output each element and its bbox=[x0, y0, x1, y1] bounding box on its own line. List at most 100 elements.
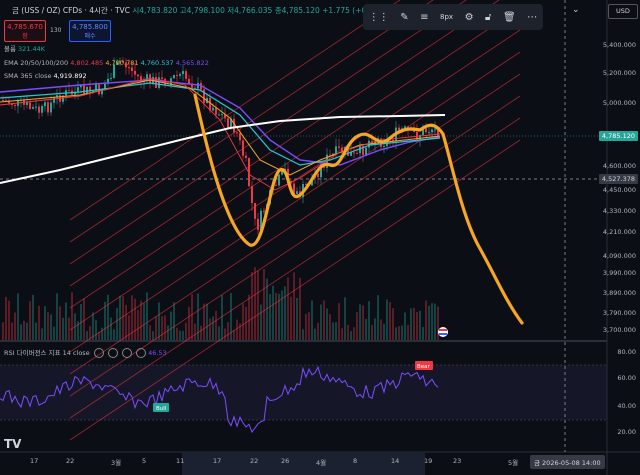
symbol-legend[interactable]: 금 (USS / OZ) CFDs · 4시간 · TVC 시4,783.820… bbox=[12, 6, 388, 15]
candle-body bbox=[275, 184, 277, 186]
volume-bar bbox=[431, 303, 433, 340]
volume-bar bbox=[44, 306, 46, 340]
more-icon[interactable] bbox=[136, 348, 147, 358]
candle-body bbox=[29, 102, 31, 109]
buy-button[interactable]: 4,785.800 매수 bbox=[69, 20, 111, 42]
us-flag-icon[interactable] bbox=[438, 327, 448, 337]
volume-bar bbox=[29, 301, 31, 340]
drawing-toolbar[interactable]: ⋮⋮ ✎ ≡ 8px ⚙ 🔓︎ 🗑︎ ⋯ bbox=[363, 4, 543, 30]
chevron-icon[interactable]: ⌄ bbox=[572, 5, 580, 15]
rsi-bull-label: Bull bbox=[156, 406, 167, 412]
volume-bar bbox=[20, 324, 22, 340]
line-width-value[interactable]: 8px bbox=[440, 13, 453, 21]
ema-100-value: 4,760.537 bbox=[140, 59, 174, 67]
remove-icon[interactable] bbox=[121, 348, 132, 358]
lock-icon[interactable]: 🔓︎ bbox=[485, 12, 491, 23]
time-axis-label: 23 bbox=[453, 457, 462, 465]
volume-bar bbox=[437, 306, 439, 340]
volume-bar bbox=[425, 300, 427, 340]
settings-icon[interactable]: ⚙ bbox=[465, 12, 474, 23]
candle-body bbox=[353, 152, 355, 154]
volume-bar bbox=[377, 295, 379, 340]
delete-icon[interactable]: 🗑︎ bbox=[503, 12, 516, 23]
sma-legend[interactable]: SMA 365 close 4,919.892 bbox=[4, 72, 87, 81]
candle-body bbox=[146, 74, 148, 81]
candle-body bbox=[239, 132, 241, 141]
volume-bar bbox=[107, 294, 109, 340]
buy-price: 4,785.800 bbox=[72, 23, 108, 31]
time-axis-label: 17 bbox=[30, 457, 39, 465]
more-icon[interactable]: ⋯ bbox=[527, 12, 537, 23]
volume-bar bbox=[122, 296, 124, 340]
candle-body bbox=[236, 132, 238, 134]
volume-bar bbox=[53, 326, 55, 340]
volume-bar bbox=[308, 312, 310, 340]
price-axis-label: 3,890.000 bbox=[602, 289, 636, 297]
candle-body bbox=[35, 106, 37, 108]
price-axis-label: 4,210.000 bbox=[602, 228, 636, 236]
crosshair-price-tag: 4,527.378 bbox=[598, 174, 638, 184]
eye-icon[interactable] bbox=[93, 348, 104, 358]
ema-legend[interactable]: EMA 20/50/100/200 4,802.485 4,790.781 4,… bbox=[4, 59, 209, 68]
volume-bar bbox=[293, 272, 295, 340]
volume-bar bbox=[56, 293, 58, 340]
volume-bar bbox=[320, 304, 322, 340]
candle-body bbox=[32, 107, 34, 109]
volume-bar bbox=[185, 322, 187, 340]
volume-bar bbox=[8, 300, 10, 340]
price-axis-label: 3,990.000 bbox=[602, 269, 636, 277]
sell-price: 4,785.670 bbox=[7, 23, 43, 31]
settings-icon[interactable] bbox=[107, 348, 118, 358]
volume-bar bbox=[275, 292, 277, 340]
volume-bar bbox=[188, 306, 190, 340]
candle-body bbox=[149, 74, 151, 84]
currency-button[interactable]: USD bbox=[608, 4, 638, 19]
volume-bar bbox=[401, 325, 403, 340]
current-price-tag: 4,785.120 bbox=[598, 131, 638, 141]
sell-label: 팜 bbox=[22, 33, 28, 40]
candle-body bbox=[257, 218, 259, 230]
volume-bar bbox=[161, 316, 163, 340]
volume-bar bbox=[176, 327, 178, 340]
volume-bar bbox=[296, 298, 298, 340]
candle-body bbox=[83, 85, 85, 94]
candle-body bbox=[218, 114, 220, 116]
line-width-icon[interactable]: ≡ bbox=[420, 12, 428, 23]
candle-body bbox=[209, 97, 211, 111]
volume-bar bbox=[182, 330, 184, 340]
volume-bar bbox=[272, 285, 274, 340]
chart-canvas[interactable]: Bull Bear ⌄ bbox=[0, 0, 640, 475]
volume-bar bbox=[341, 328, 343, 340]
candle-body bbox=[134, 70, 136, 75]
rsi-bear-label: Bear bbox=[417, 364, 431, 370]
volume-bar bbox=[410, 308, 412, 340]
ema-20-value: 4,802.485 bbox=[70, 59, 104, 67]
volume-bar bbox=[86, 331, 88, 340]
volume-bar bbox=[83, 298, 85, 340]
tradingview-logo[interactable]: TV bbox=[4, 437, 21, 451]
volume-bar bbox=[203, 303, 205, 340]
volume-legend[interactable]: 볼륨 321.44K bbox=[4, 45, 45, 54]
price-axis-label: 3,700.000 bbox=[602, 326, 636, 334]
time-axis-label: 5월 bbox=[508, 459, 519, 467]
volume-bar bbox=[101, 327, 103, 340]
volume-bar bbox=[260, 304, 262, 340]
volume-bar bbox=[263, 269, 265, 340]
drag-handle-icon[interactable]: ⋮⋮ bbox=[369, 12, 389, 23]
rsi-axis-label: 20.00 bbox=[617, 428, 636, 436]
volume-bar bbox=[329, 314, 331, 340]
volume-bar bbox=[35, 322, 37, 340]
pencil-icon[interactable]: ✎ bbox=[400, 12, 408, 23]
rsi-legend[interactable]: RSI 다이버전스 지표 14 close 46.53 bbox=[4, 348, 167, 358]
candle-body bbox=[296, 191, 298, 195]
volume-bar bbox=[47, 312, 49, 340]
volume-bar bbox=[332, 322, 334, 340]
volume-bar bbox=[257, 270, 259, 340]
candle-body bbox=[254, 203, 256, 219]
volume-bar bbox=[395, 327, 397, 340]
sell-button[interactable]: 4,785.670 팜 bbox=[4, 20, 46, 42]
volume-bar bbox=[68, 317, 70, 340]
candle-body bbox=[179, 74, 181, 76]
volume-bar bbox=[218, 326, 220, 340]
volume-bar bbox=[335, 322, 337, 340]
